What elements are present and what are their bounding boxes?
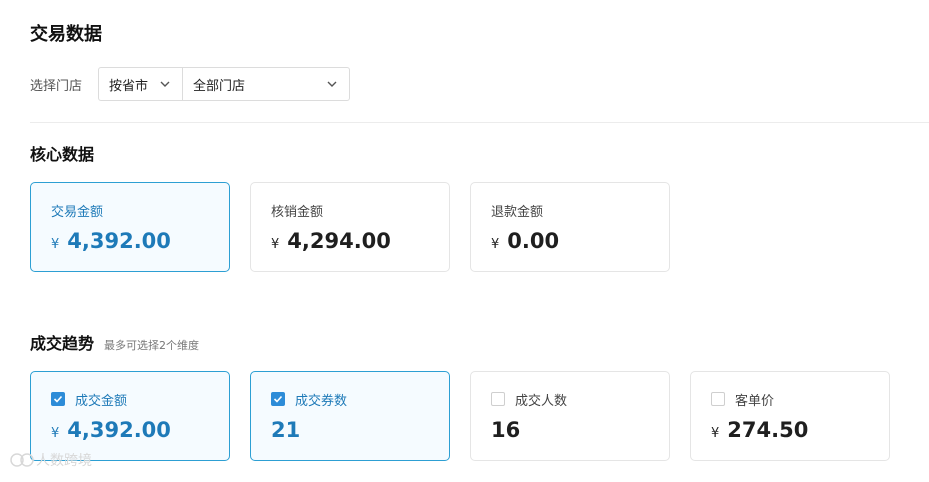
checkbox-unchecked[interactable] — [491, 392, 505, 406]
metric-value: 16 — [491, 418, 649, 442]
watermark-logo-icon — [10, 453, 34, 467]
trend-card-header: 成交金额 — [51, 390, 209, 409]
trend-card-deal-coupons[interactable]: 成交券数 21 — [250, 371, 450, 461]
currency-symbol: ¥ — [51, 426, 60, 441]
currency-symbol: ¥ — [491, 237, 500, 252]
store-filter-label: 选择门店 — [30, 78, 83, 94]
check-icon — [53, 395, 63, 403]
metric-value: ¥ 0.00 — [491, 229, 649, 253]
metric-card-refund-amount[interactable]: 退款金额 ¥ 0.00 — [470, 182, 670, 272]
section-divider — [30, 122, 929, 123]
currency-symbol: ¥ — [711, 426, 720, 441]
trend-hint: 最多可选择2个维度 — [104, 339, 200, 352]
metric-label: 交易金额 — [51, 204, 104, 220]
checkbox-checked[interactable] — [51, 392, 65, 406]
metric-value: ¥ 274.50 — [711, 418, 869, 442]
metric-card-transaction-amount[interactable]: 交易金额 ¥ 4,392.00 — [30, 182, 230, 272]
metric-label: 客单价 — [735, 393, 775, 409]
store-filter: 选择门店 按省市 全部门店 — [30, 67, 351, 101]
trend-card-header: 成交人数 — [491, 390, 649, 409]
currency-symbol: ¥ — [271, 237, 280, 252]
metric-label: 成交券数 — [295, 393, 348, 409]
metric-card-redeemed-amount[interactable]: 核销金额 ¥ 4,294.00 — [250, 182, 450, 272]
metric-value: 21 — [271, 418, 429, 442]
metric-amount: 21 — [271, 418, 301, 442]
chevron-down-icon — [160, 81, 170, 87]
metric-label: 退款金额 — [491, 204, 544, 220]
watermark-text: 人数跨境 — [36, 453, 92, 469]
metric-value: ¥ 4,392.00 — [51, 418, 209, 442]
store-select-group: 按省市 全部门店 — [98, 67, 351, 101]
watermark: 人数跨境 — [8, 450, 92, 470]
chevron-down-icon — [327, 81, 337, 87]
metric-amount: 4,392.00 — [67, 229, 171, 253]
metric-amount: 4,392.00 — [67, 418, 171, 442]
core-section-title: 核心数据 — [30, 145, 95, 164]
metric-amount: 4,294.00 — [287, 229, 391, 253]
trend-card-deal-amount[interactable]: 成交金额 ¥ 4,392.00 — [30, 371, 230, 461]
metric-amount: 274.50 — [727, 418, 809, 442]
page-title: 交易数据 — [30, 24, 102, 45]
metric-label: 核销金额 — [271, 204, 324, 220]
trend-section-title: 成交趋势 最多可选择2个维度 — [30, 330, 199, 354]
metric-amount: 16 — [491, 418, 521, 442]
metric-label: 成交金额 — [75, 393, 128, 409]
check-icon — [273, 395, 283, 403]
trend-title-text: 成交趋势 — [30, 334, 95, 353]
metric-amount: 0.00 — [507, 229, 560, 253]
metric-value: ¥ 4,392.00 — [51, 229, 209, 253]
trend-card-header: 成交券数 — [271, 390, 429, 409]
store-select-value: 全部门店 — [193, 78, 246, 94]
trend-card-avg-price[interactable]: 客单价 ¥ 274.50 — [690, 371, 890, 461]
province-select-value: 按省市 — [109, 78, 149, 94]
metric-value: ¥ 4,294.00 — [271, 229, 429, 253]
checkbox-unchecked[interactable] — [711, 392, 725, 406]
currency-symbol: ¥ — [51, 237, 60, 252]
trend-card-deal-users[interactable]: 成交人数 16 — [470, 371, 670, 461]
trend-card-header: 客单价 — [711, 390, 869, 409]
store-select[interactable]: 全部门店 — [183, 68, 349, 100]
metric-label: 成交人数 — [515, 393, 568, 409]
province-select[interactable]: 按省市 — [99, 68, 184, 100]
checkbox-checked[interactable] — [271, 392, 285, 406]
